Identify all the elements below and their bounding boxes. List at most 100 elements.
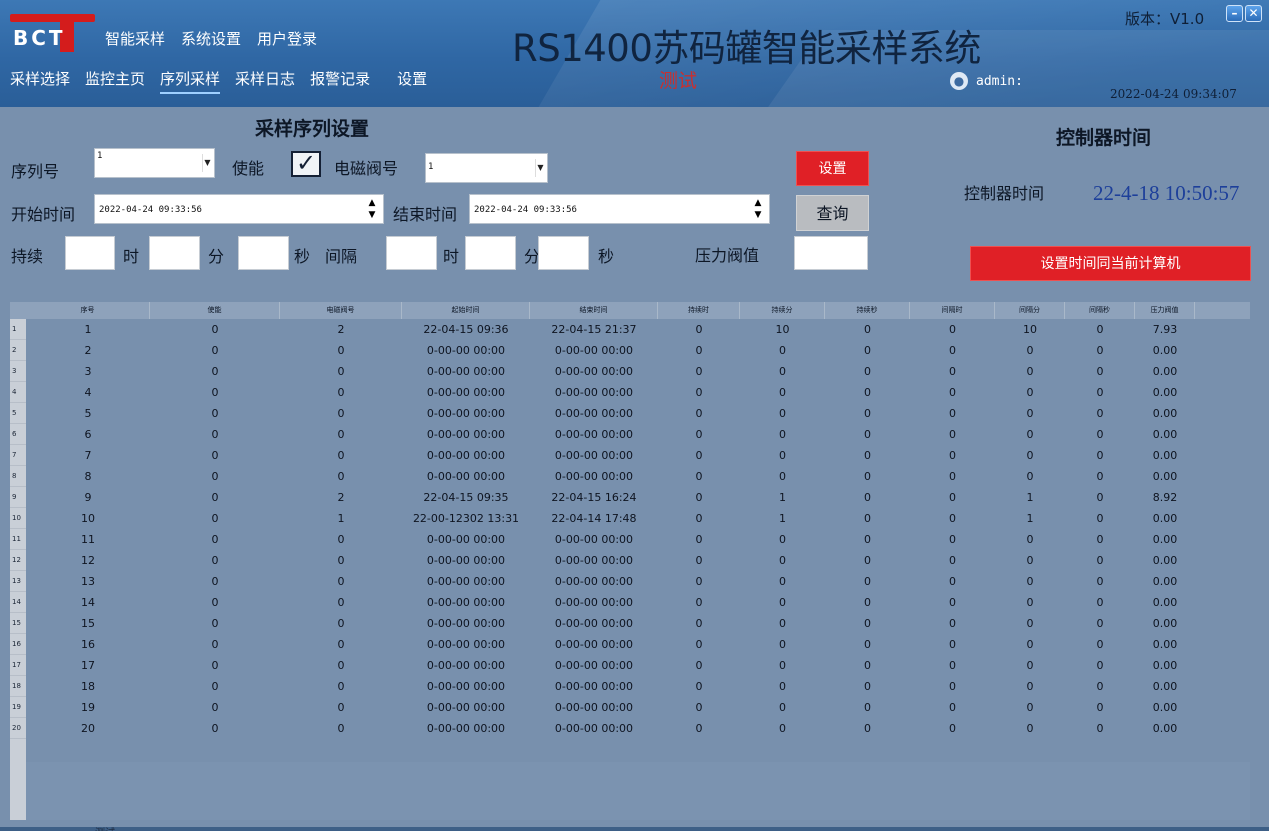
table-row[interactable]: 16 16 0 0 0-00-00 00:00 0-00-00 00:00 0 0 0 0 0 0 0.… bbox=[10, 634, 1250, 655]
menu-user-login[interactable]: 用户登录 bbox=[257, 28, 325, 49]
duration-minute-input[interactable] bbox=[149, 236, 200, 270]
table-row[interactable]: 18 18 0 0 0-00-00 00:00 0-00-00 00:00 0 0 0 0 0 0 0.… bbox=[10, 676, 1250, 697]
table-cell: 0 bbox=[864, 680, 871, 693]
sequence-label: 序列号 bbox=[11, 162, 60, 181]
enable-checkbox[interactable]: ✓ bbox=[291, 149, 321, 177]
table-cell: 0 bbox=[864, 386, 871, 399]
set-button[interactable]: 设置 bbox=[796, 151, 869, 186]
table-cell: 0 bbox=[949, 407, 956, 420]
minimize-icon[interactable]: – bbox=[1226, 5, 1243, 22]
table-row[interactable]: 10 10 0 1 22-00-12302 13:31 22-04-14 17:48 0 1 0… bbox=[10, 508, 1250, 529]
start-time-input[interactable]: 2022-04-24 09:33:56 ▲ ▼ bbox=[94, 194, 384, 224]
column-header[interactable]: 持续秒 bbox=[825, 302, 910, 319]
table-row[interactable]: 9 9 0 2 22-04-15 09:35 22-04-15 16:24 0 1 0 0 1 0 8.… bbox=[10, 487, 1250, 508]
tab-sampling-select[interactable]: 采样选择 bbox=[10, 68, 70, 94]
table-cell: 0.00 bbox=[1152, 512, 1178, 525]
row-number: 16 bbox=[10, 634, 26, 655]
interval-minute-input[interactable] bbox=[465, 236, 516, 270]
table-row[interactable]: 12 12 0 0 0-00-00 00:00 0-00-00 00:00 0 0 0 0 0 0 0.… bbox=[10, 550, 1250, 571]
table-cell: 0 bbox=[1026, 722, 1034, 735]
table-cell: 0 bbox=[949, 365, 956, 378]
menu-system-settings[interactable]: 系统设置 bbox=[181, 28, 249, 49]
table-row[interactable]: 14 14 0 0 0-00-00 00:00 0-00-00 00:00 0 0 0 0 0 0 0.… bbox=[10, 592, 1250, 613]
table-row[interactable]: 13 13 0 0 0-00-00 00:00 0-00-00 00:00 0 0 0 0 0 0 0.… bbox=[10, 571, 1250, 592]
column-header[interactable]: 压力阀值 bbox=[1135, 302, 1195, 319]
table-row[interactable]: 11 11 0 0 0-00-00 00:00 0-00-00 00:00 0 0 0 0 0 0 0.… bbox=[10, 529, 1250, 550]
row-number: 7 bbox=[10, 445, 26, 466]
column-header[interactable]: 使能 bbox=[150, 302, 280, 319]
table-cell: 2 bbox=[337, 323, 345, 336]
table-row[interactable]: 2 2 0 0 0-00-00 00:00 0-00-00 00:00 0 0 0 0 0 0 0.00 bbox=[10, 340, 1250, 361]
column-header[interactable]: 间隔分 bbox=[995, 302, 1065, 319]
table-row[interactable]: 7 7 0 0 0-00-00 00:00 0-00-00 00:00 0 0 0 0 0 0 0.00 bbox=[10, 445, 1250, 466]
column-header[interactable]: 持续时 bbox=[658, 302, 740, 319]
table-row[interactable]: 19 19 0 0 0-00-00 00:00 0-00-00 00:00 0 0 0 0 0 0 0.… bbox=[10, 697, 1250, 718]
table-row[interactable]: 15 15 0 0 0-00-00 00:00 0-00-00 00:00 0 0 0 0 0 0 0.… bbox=[10, 613, 1250, 634]
column-header[interactable]: 电磁阀号 bbox=[280, 302, 402, 319]
interval-second-input[interactable] bbox=[538, 236, 589, 270]
table-cell: 1 bbox=[779, 491, 786, 504]
table-cell: 15 bbox=[81, 617, 95, 630]
column-header[interactable]: 间隔秒 bbox=[1065, 302, 1135, 319]
tab-alarm-records[interactable]: 报警记录 bbox=[310, 68, 370, 94]
query-button[interactable]: 查询 bbox=[796, 195, 869, 231]
table-row[interactable]: 1 1 0 2 22-04-15 09:36 22-04-15 21:37 0 10 0 0 10 0… bbox=[10, 319, 1250, 340]
column-header[interactable]: 序号 bbox=[26, 302, 150, 319]
duration-hour-input[interactable] bbox=[65, 236, 115, 270]
table-cell: 0 bbox=[949, 323, 956, 336]
end-time-input[interactable]: 2022-04-24 09:33:56 ▲ ▼ bbox=[469, 194, 770, 224]
sync-time-button[interactable]: 设置时间同当前计算机 bbox=[970, 246, 1251, 281]
table-cell: 0 bbox=[864, 470, 871, 483]
tab-sampling-log[interactable]: 采样日志 bbox=[235, 68, 295, 94]
table-cell: 0-00-00 00:00 bbox=[554, 449, 634, 462]
close-icon[interactable]: ✕ bbox=[1245, 5, 1262, 22]
duration-second-input[interactable] bbox=[238, 236, 289, 270]
column-header[interactable]: 起始时间 bbox=[402, 302, 530, 319]
tab-settings[interactable]: 设置 bbox=[397, 68, 427, 94]
sequence-select[interactable]: 1 ▼ bbox=[94, 148, 215, 178]
table-cell: 4 bbox=[84, 386, 92, 399]
column-header[interactable]: 间隔时 bbox=[910, 302, 995, 319]
table-cell: 0 bbox=[864, 596, 871, 609]
table-cell: 0 bbox=[695, 722, 703, 735]
menu-smart-sampling[interactable]: 智能采样 bbox=[105, 28, 173, 49]
table-cell: 0 bbox=[695, 701, 703, 714]
chevron-down-icon[interactable]: ▼ bbox=[535, 159, 545, 177]
pressure-input[interactable] bbox=[794, 236, 868, 270]
tab-monitor-home[interactable]: 监控主页 bbox=[85, 68, 145, 94]
spin-icon[interactable]: ▲ ▼ bbox=[750, 197, 766, 221]
table-row[interactable]: 8 8 0 0 0-00-00 00:00 0-00-00 00:00 0 0 0 0 0 0 0.00 bbox=[10, 466, 1250, 487]
interval-hour-input[interactable] bbox=[386, 236, 437, 270]
table-row[interactable]: 4 4 0 0 0-00-00 00:00 0-00-00 00:00 0 0 0 0 0 0 0.00 bbox=[10, 382, 1250, 403]
table-row[interactable]: 17 17 0 0 0-00-00 00:00 0-00-00 00:00 0 0 0 0 0 0 0.… bbox=[10, 655, 1250, 676]
table-cell: 1 bbox=[779, 512, 786, 525]
table-cell: 0 bbox=[211, 701, 219, 714]
table-cell: 0-00-00 00:00 bbox=[554, 386, 634, 399]
table-cell: 0-00-00 00:00 bbox=[554, 470, 634, 483]
table-cell: 0 bbox=[695, 554, 703, 567]
column-header[interactable]: 持续分 bbox=[740, 302, 825, 319]
pressure-label: 压力阀值 bbox=[695, 246, 760, 265]
table-cell: 0 bbox=[337, 596, 345, 609]
table-cell: 0 bbox=[864, 323, 871, 336]
nav-tabs: 采样选择 监控主页 序列采样 采样日志 报警记录 设置 bbox=[10, 68, 442, 94]
column-header[interactable]: 结束时间 bbox=[530, 302, 658, 319]
table-cell: 0 bbox=[337, 428, 345, 441]
table-row[interactable]: 20 20 0 0 0-00-00 00:00 0-00-00 00:00 0 0 0 0 0 0 0.… bbox=[10, 718, 1250, 739]
table-cell: 0-00-00 00:00 bbox=[426, 470, 506, 483]
tab-sequence-sampling[interactable]: 序列采样 bbox=[160, 68, 221, 94]
table-row[interactable]: 5 5 0 0 0-00-00 00:00 0-00-00 00:00 0 0 0 0 0 0 0.00 bbox=[10, 403, 1250, 424]
chevron-down-icon[interactable]: ▼ bbox=[202, 154, 212, 172]
spin-icon[interactable]: ▲ ▼ bbox=[364, 197, 380, 221]
table-row[interactable]: 3 3 0 0 0-00-00 00:00 0-00-00 00:00 0 0 0 0 0 0 0.00 bbox=[10, 361, 1250, 382]
valve-select[interactable]: 1 ▼ bbox=[425, 153, 548, 183]
table-cell: 5 bbox=[84, 407, 92, 420]
table-cell: 0 bbox=[211, 407, 219, 420]
table-cell: 0 bbox=[864, 701, 871, 714]
table-cell: 0 bbox=[779, 575, 786, 588]
table-cell: 0 bbox=[949, 470, 956, 483]
row-number: 18 bbox=[10, 676, 26, 697]
start-time-value: 2022-04-24 09:33:56 bbox=[99, 205, 202, 215]
table-cell: 0 bbox=[864, 365, 871, 378]
table-row[interactable]: 6 6 0 0 0-00-00 00:00 0-00-00 00:00 0 0 0 0 0 0 0.00 bbox=[10, 424, 1250, 445]
